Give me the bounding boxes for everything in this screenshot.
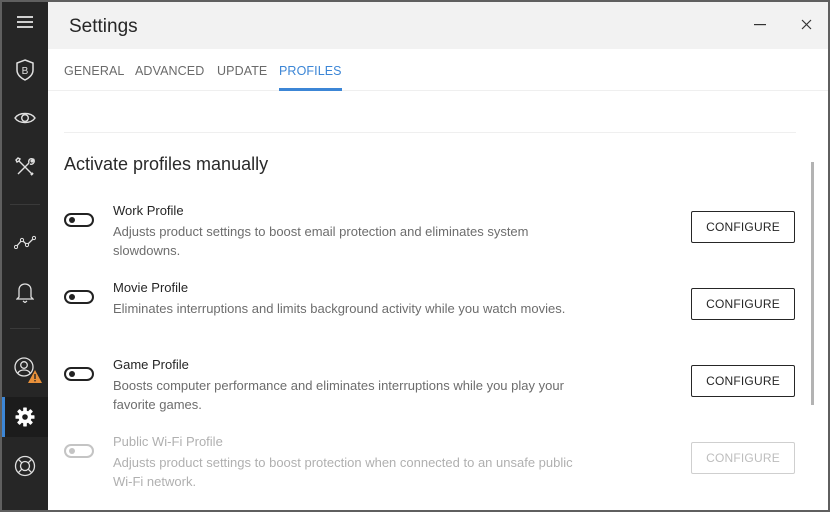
sidebar-item-activity[interactable]	[2, 222, 48, 262]
settings-tabs: GENERAL ADVANCED UPDATE PROFILES	[48, 49, 828, 91]
sidebar-item-notifications[interactable]	[2, 272, 48, 312]
gear-icon	[15, 407, 35, 427]
profile-description: Boosts computer performance and eliminat…	[113, 378, 564, 412]
minimize-button[interactable]	[745, 12, 775, 40]
profile-name: Movie Profile	[113, 280, 189, 295]
work-profile-toggle[interactable]	[64, 213, 94, 227]
profile-description: Adjusts product settings to boost email …	[113, 224, 529, 258]
sidebar-item-settings[interactable]	[2, 397, 48, 437]
profile-name: Public Wi-Fi Profile	[113, 434, 223, 449]
sidebar: B	[2, 2, 48, 510]
tab-advanced[interactable]: ADVANCED	[135, 64, 204, 90]
profile-item-movie: Movie Profile Eliminates interruptions a…	[64, 280, 804, 350]
profile-item-public-wifi: Public Wi-Fi Profile Adjusts product set…	[64, 434, 804, 504]
sidebar-divider	[10, 204, 40, 205]
tab-general[interactable]: GENERAL	[64, 64, 124, 90]
section-title: Activate profiles manually	[64, 154, 269, 174]
close-button[interactable]	[791, 12, 821, 40]
toggle-knob	[69, 371, 75, 377]
section-divider	[64, 132, 796, 133]
shield-b-icon: B	[16, 59, 34, 81]
profile-name: Game Profile	[113, 357, 189, 372]
eye-icon	[14, 111, 36, 125]
profile-item-work: Work Profile Adjusts product settings to…	[64, 203, 804, 273]
configure-movie-button[interactable]: CONFIGURE	[691, 288, 795, 320]
tab-profiles[interactable]: PROFILES	[279, 64, 342, 91]
close-icon	[801, 17, 812, 35]
vertical-scrollbar[interactable]	[811, 162, 814, 405]
sidebar-item-menu[interactable]	[2, 2, 48, 42]
tab-update[interactable]: UPDATE	[217, 64, 267, 90]
sidebar-item-support[interactable]	[2, 446, 48, 486]
movie-profile-toggle[interactable]	[64, 290, 94, 304]
activity-graph-icon	[14, 235, 36, 249]
sidebar-item-privacy[interactable]	[2, 98, 48, 138]
warning-icon	[28, 370, 42, 383]
configure-public-wifi-button[interactable]: CONFIGURE	[691, 442, 795, 474]
toggle-knob	[69, 294, 75, 300]
lifebuoy-icon	[14, 455, 36, 477]
sidebar-item-protection[interactable]: B	[2, 50, 48, 90]
configure-game-button[interactable]: CONFIGURE	[691, 365, 795, 397]
profile-description: Eliminates interruptions and limits back…	[113, 301, 566, 316]
svg-text:B: B	[22, 66, 29, 77]
sidebar-item-utilities[interactable]	[2, 147, 48, 187]
profile-name: Work Profile	[113, 203, 184, 218]
minimize-icon	[754, 17, 766, 35]
hamburger-menu-icon	[17, 16, 33, 28]
toggle-knob	[69, 448, 75, 454]
game-profile-toggle[interactable]	[64, 367, 94, 381]
toggle-knob	[69, 217, 75, 223]
bell-icon	[16, 281, 34, 303]
configure-work-button[interactable]: CONFIGURE	[691, 211, 795, 243]
sidebar-divider	[10, 328, 40, 329]
window-title: Settings	[69, 16, 138, 37]
tools-icon	[15, 157, 35, 177]
sidebar-item-account[interactable]	[2, 348, 48, 388]
profiles-panel: Activate profiles manually Work Profile …	[48, 91, 828, 510]
profile-description: Adjusts product settings to boost protec…	[113, 455, 573, 489]
profile-item-game: Game Profile Boosts computer performance…	[64, 357, 804, 427]
settings-window: B Settings GENERAL ADVANCED UPDATE PROFI…	[2, 2, 828, 510]
title-bar: Settings	[48, 2, 828, 49]
public-wifi-profile-toggle[interactable]	[64, 444, 94, 458]
